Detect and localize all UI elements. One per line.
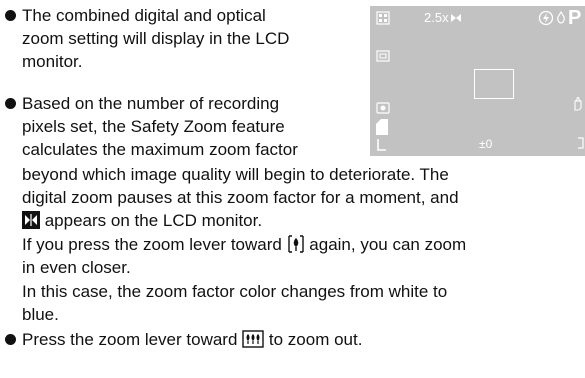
bullet-2-line-3: calculates the maximum zoom factor [22,140,298,159]
compression-icon [374,118,390,139]
af-frame [474,69,514,99]
shooting-mode-badge: P [568,7,582,29]
resolution-icon [376,11,390,28]
bullet-1-line-2: zoom setting will display in the LCD [22,29,290,48]
lcd-monitor-illustration: 2.5x P ±0 [370,6,585,156]
image-size-icon [376,138,388,155]
bullet-1-marker [5,10,16,21]
camera-mode-icon [556,10,566,29]
bullet-3-line: Press the zoom lever toward to zoom out. [22,328,362,354]
metering-icon [376,50,390,65]
color-note-line-2: blue. [22,305,59,324]
bullet-1-line-1: The combined digital and optical [22,6,266,25]
bullet-2-line-5: digital zoom pauses at this zoom factor … [22,188,459,207]
right-edge-icon [576,136,585,153]
wide-angle-icon [242,330,264,354]
color-note-line-1: In this case, the zoom factor color chan… [22,282,448,301]
exposure-value: ±0 [479,137,493,151]
bullet-1-line-3: monitor. [22,52,83,71]
camera-shake-icon [572,96,584,115]
bullet-2-marker [5,98,16,109]
bullet-3-marker [5,334,16,345]
press-again-before: If you press the zoom lever toward [22,235,287,254]
press-again-continued: in even closer. [22,258,131,277]
safety-zoom-icon [22,211,40,235]
bullet-2-line-4: beyond which image quality will begin to… [22,165,449,184]
bullet-3-after: to zoom out. [264,330,363,349]
zoom-readout: 2.5x [424,10,449,25]
bullet-2-icon-line: appears on the LCD monitor. [22,209,262,235]
bullet-2-line-2: pixels set, the Safety Zoom feature [22,117,285,136]
bullet-2-line-1: Based on the number of recording [22,94,280,113]
bullet-2-icon-line-text: appears on the LCD monitor. [40,211,263,230]
telephoto-icon [287,235,305,259]
bullet-3-before: Press the zoom lever toward [22,330,243,349]
zoom-bar-icon [450,12,462,27]
press-again-after: again, you can zoom [304,235,467,254]
stabilizer-icon [376,101,390,118]
flash-mode-icon [538,10,554,29]
